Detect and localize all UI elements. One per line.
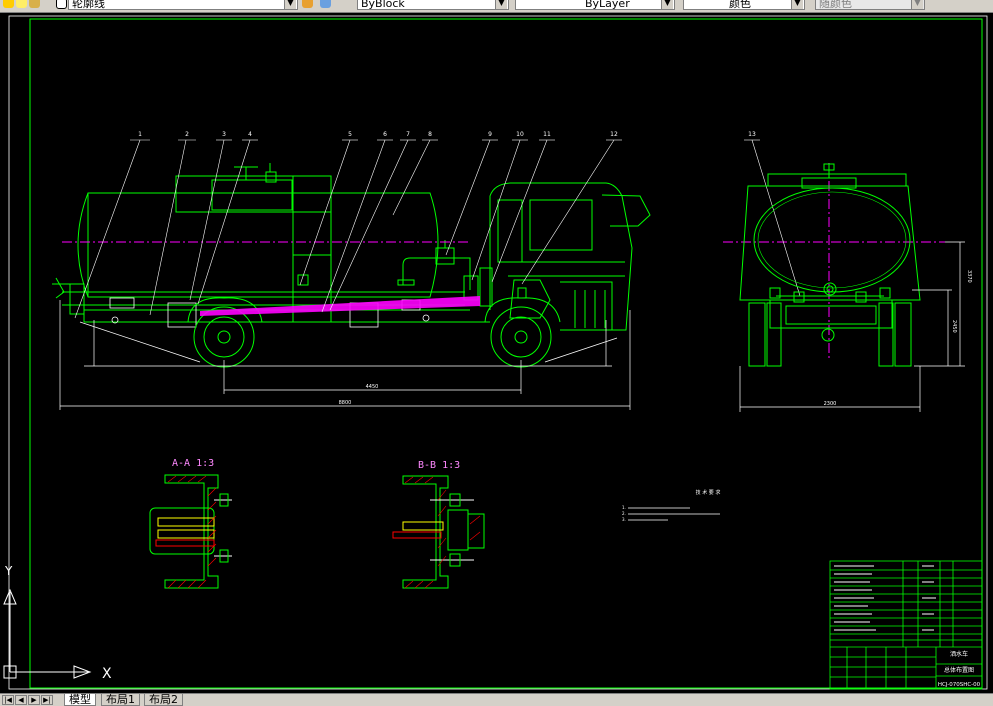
layout-tab-bar: |◀ ◀ ▶ ▶| 模型 布局1 布局2 [0,693,993,706]
next-tab-button[interactable]: ▶ [28,695,40,705]
callout-7: 7 [406,131,410,138]
layer-dropdown[interactable]: 轮廓线 ▼ [68,0,298,10]
layer-previous-icon[interactable] [320,0,331,8]
drawing-number: HCJ-070SHC-00 [938,682,981,688]
lineweight-value: ByLayer [585,0,630,10]
properties-toolbar: 轮廓线 ▼ ByBlock ▼ ByLayer ▼ 颜色 ▼ 随颜色 ▼ [0,0,993,13]
dimension-overall-length: 8800 [339,400,352,406]
callout-4: 4 [248,131,252,138]
dimension-rear-height-right: 3370 [966,270,972,283]
chevron-down-icon: ▼ [495,0,507,9]
previous-tab-button[interactable]: ◀ [15,695,27,705]
ucs-y-label: Y [4,564,13,578]
title-block-subtitle: 总体布置图 [944,666,974,674]
title-block-company: 洒水车 [950,650,968,658]
chevron-down-icon: ▼ [791,0,803,9]
section-aa-label: A-A 1:3 [172,458,214,469]
callout-11: 11 [543,131,551,138]
last-tab-button[interactable]: ▶| [41,695,53,705]
callout-1: 1 [138,131,142,138]
section-bb-label: B-B 1:3 [418,460,460,471]
callout-9: 9 [488,131,492,138]
color-value: 颜色 [729,0,751,10]
tech-req-item-1: 1. [622,505,626,510]
tech-req-item-3: 3. [622,517,626,522]
color-dropdown[interactable]: 颜色 ▼ [683,0,805,10]
callout-5: 5 [348,131,352,138]
tab-layout1-label: 布局1 [106,693,135,706]
lineweight-dropdown[interactable]: ByLayer ▼ [515,0,675,10]
tab-model[interactable]: 模型 [64,694,96,706]
callout-12: 12 [610,131,618,138]
model-space-canvas[interactable]: 4450 8800 1 2 3 4 5 6 7 8 9 10 11 12 13 … [0,13,993,693]
chevron-down-icon: ▼ [284,0,296,9]
first-tab-button[interactable]: |◀ [2,695,14,705]
layer-state-icon[interactable] [3,0,14,8]
tech-requirements-list: 1. 2. 3. [622,505,626,522]
dimension-rear-height-left: 2450 [951,320,957,333]
callout-6: 6 [383,131,387,138]
chevron-down-icon: ▼ [661,0,673,9]
tab-layout2-label: 布局2 [149,693,178,706]
make-current-icon[interactable] [302,0,313,8]
plot-style-dropdown[interactable]: 随颜色 ▼ [815,0,925,10]
tab-layout1[interactable]: 布局1 [101,694,140,706]
dimension-wheelbase: 4450 [366,384,379,390]
plot-style-value: 随颜色 [819,0,852,10]
linetype-dropdown[interactable]: ByBlock ▼ [357,0,509,10]
callout-10: 10 [516,131,524,138]
callout-8: 8 [428,131,432,138]
tab-model-label: 模型 [69,693,91,706]
tech-req-item-2: 2. [622,511,626,516]
tab-layout2[interactable]: 布局2 [144,694,183,706]
linetype-value: ByBlock [361,0,405,10]
layer-sun-icon[interactable] [16,0,27,8]
tech-requirements-title: 技 术 要 求 [696,489,721,496]
layer-color-icon[interactable] [56,0,67,9]
callout-13: 13 [748,131,756,138]
ucs-x-label: X [102,666,112,682]
callout-3: 3 [222,131,226,138]
dimension-rear-width: 2300 [824,401,837,407]
layer-lock-icon[interactable] [29,0,40,8]
layer-name: 轮廓线 [72,0,105,10]
callout-2: 2 [185,131,189,138]
chevron-down-icon: ▼ [911,0,923,9]
